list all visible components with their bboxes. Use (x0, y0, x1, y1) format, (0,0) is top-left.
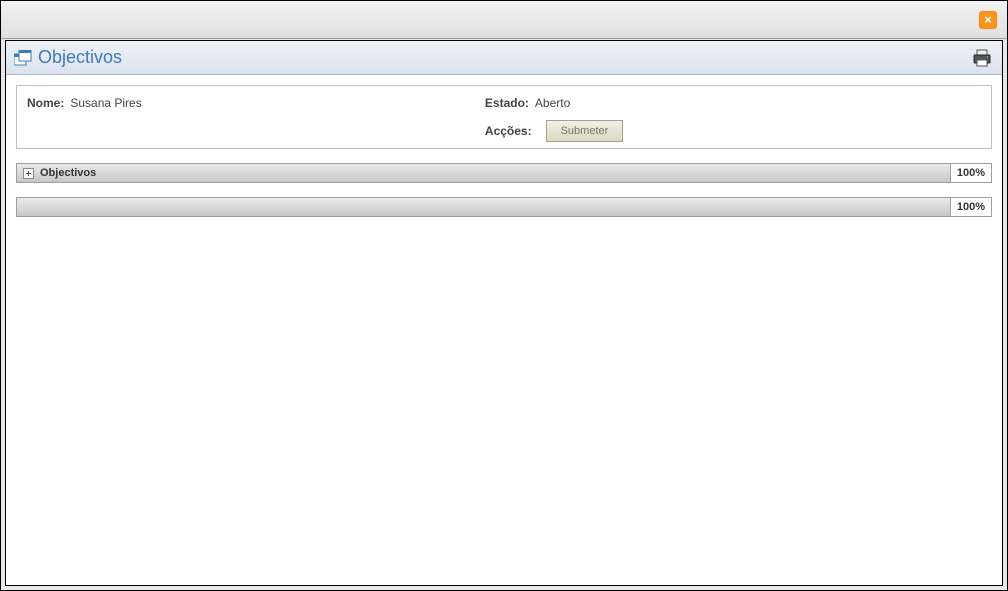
field-status: Estado: Aberto (485, 96, 981, 110)
content-area: Nome: Susana Pires Estado: Aberto Acções… (6, 75, 1002, 227)
submit-button[interactable]: Submeter (546, 120, 624, 142)
section-title: Objectivos (40, 167, 96, 179)
status-value: Aberto (535, 96, 570, 110)
field-actions: Acções: Submeter (485, 120, 981, 142)
section-percent: 100% (950, 163, 992, 183)
section-bar-total: 100% (16, 197, 992, 217)
field-name: Nome: Susana Pires (27, 96, 485, 110)
section-bar-objectivos: Objectivos 100% (16, 163, 992, 183)
name-value: Susana Pires (70, 96, 141, 110)
window-icon (14, 50, 32, 66)
print-button[interactable] (972, 48, 992, 68)
close-button[interactable]: × (979, 11, 997, 29)
expand-toggle[interactable] (23, 168, 34, 179)
name-label: Nome: (27, 96, 64, 110)
info-panel: Nome: Susana Pires Estado: Aberto Acções… (16, 85, 992, 149)
page-title: Objectivos (38, 47, 122, 68)
title-bar: Objectivos (6, 41, 1002, 75)
window-titlebar: × (1, 1, 1007, 39)
section-percent-2: 100% (950, 197, 992, 217)
modal-body: Objectivos Nome: Susana Pires (5, 40, 1003, 586)
actions-label: Acções: (485, 124, 532, 138)
modal-window: × Objectivos (0, 0, 1008, 591)
status-label: Estado: (485, 96, 529, 110)
